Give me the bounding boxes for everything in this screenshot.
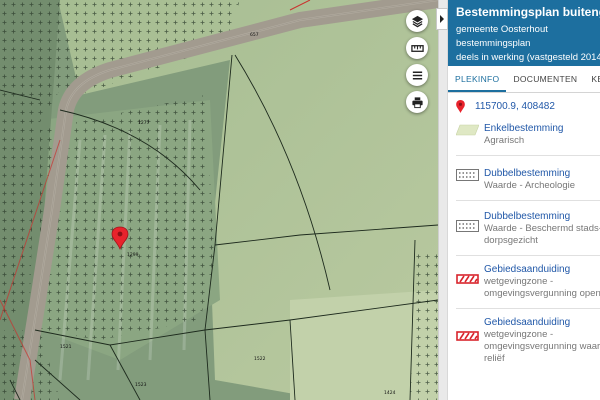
list-item[interactable]: Enkelbestemming Agrarisch	[448, 123, 600, 147]
legend-icon	[412, 71, 422, 79]
gebiedsaanduiding-symbol-icon	[456, 329, 479, 347]
tab-documenten[interactable]: DOCUMENTEN	[506, 66, 584, 92]
item-title[interactable]: Dubbelbestemming	[484, 168, 575, 180]
item-subtitle: wetgevingzone -	[484, 276, 554, 287]
tab-plekinfo[interactable]: PLEKINFO	[448, 66, 507, 92]
divider	[456, 200, 600, 201]
divider	[456, 308, 600, 309]
item-subtitle: wetgevingzone -	[484, 329, 554, 340]
item-title[interactable]: Dubbelbestemming	[484, 211, 600, 223]
divider	[456, 155, 600, 156]
parcel-label: 1299	[127, 252, 139, 258]
map-view[interactable]: 657 1277 1299 1521 1522 1523 1424	[0, 0, 438, 400]
waarde-symbol-icon	[456, 168, 479, 186]
panel-divider[interactable]	[438, 0, 448, 400]
coordinate-row: 115700.9, 408482	[448, 93, 600, 121]
layers-icon	[411, 15, 423, 27]
ruler-icon	[410, 44, 424, 52]
map-canvas[interactable]: 657 1277 1299 1521 1522 1523 1424	[0, 0, 438, 400]
item-title[interactable]: Gebiedsaanduiding	[484, 317, 600, 329]
chevron-right-icon	[440, 15, 444, 23]
list-item[interactable]: Dubbelbestemming Waarde - Archeologie	[448, 168, 600, 192]
gebiedsaanduiding-symbol-icon	[456, 272, 479, 290]
location-pin-icon	[456, 100, 465, 113]
divider	[456, 255, 600, 256]
waarde-symbol-icon	[456, 219, 479, 237]
item-subtitle: reliëf	[484, 353, 505, 364]
item-subtitle: Agrarisch	[484, 135, 525, 146]
list-item[interactable]: Gebiedsaanduiding wetgevingzone - omgevi…	[448, 264, 600, 300]
panel-header: Bestemmingsplan buitengebied gemeente Oo…	[448, 0, 600, 66]
parcel-label: 1521	[60, 344, 72, 350]
item-title[interactable]: Gebiedsaanduiding	[484, 264, 600, 276]
list-item[interactable]: Dubbelbestemming Waarde - Beschermd stad…	[448, 211, 600, 247]
parcel-label: 1523	[135, 382, 147, 388]
legend-button[interactable]	[406, 64, 428, 86]
panel-tabs: PLEKINFO DOCUMENTEN KENI	[448, 66, 600, 93]
list-item[interactable]: Gebiedsaanduiding wetgevingzone - omgevi…	[448, 317, 600, 365]
item-title[interactable]: Enkelbestemming	[484, 123, 563, 135]
plan-type: bestemmingsplan	[456, 38, 531, 49]
measure-button[interactable]	[406, 37, 428, 59]
parcel-label: 1522	[254, 356, 266, 362]
info-panel: Bestemmingsplan buitengebied gemeente Oo…	[448, 0, 600, 400]
coordinates-text: 115700.9, 408482	[475, 101, 555, 112]
print-icon	[411, 96, 423, 108]
parcel-label: 1424	[384, 390, 396, 396]
agrarisch-symbol-icon	[455, 123, 480, 142]
item-subtitle: omgevingsvergunning waard	[484, 341, 600, 352]
tab-kenmerken[interactable]: KENI	[584, 66, 600, 92]
parcel-label: 657	[250, 32, 259, 38]
plan-municipality: gemeente Oosterhout	[456, 24, 548, 35]
item-subtitle: Waarde - Beschermd stads- e	[484, 223, 600, 234]
item-subtitle: omgevingsvergunning openh	[484, 288, 600, 299]
parcel-label: 1277	[138, 120, 150, 126]
plan-title: Bestemmingsplan buitengebied	[456, 5, 600, 19]
layers-button[interactable]	[406, 10, 428, 32]
print-button[interactable]	[406, 91, 428, 113]
item-subtitle: Waarde - Archeologie	[484, 180, 576, 191]
item-subtitle: dorpsgezicht	[484, 235, 538, 246]
collapse-panel-button[interactable]	[436, 8, 448, 30]
plan-status: deels in werking (vastgesteld 2014-08	[456, 52, 600, 63]
